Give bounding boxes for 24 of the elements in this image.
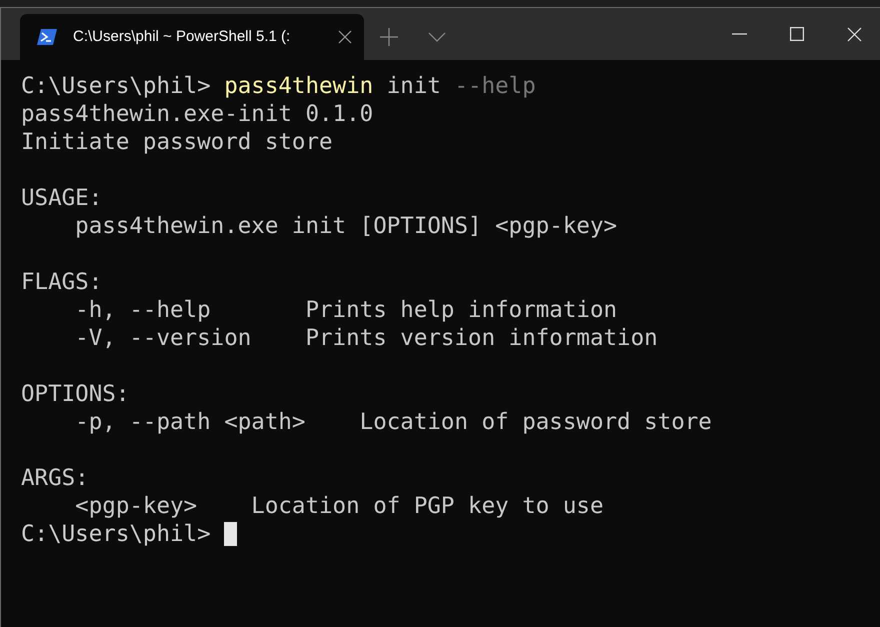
- output-text: Initiate password store: [21, 128, 333, 156]
- tab-title: C:\Users\phil ~ PowerShell 5.1 (:: [73, 26, 292, 47]
- prompt-text: C:\Users\phil>: [21, 520, 212, 548]
- output-text: -p, --path <path> Location of password store: [74, 408, 712, 436]
- parameter-text: --help: [454, 72, 536, 100]
- output-text: ARGS:: [21, 464, 89, 492]
- output-text: <pgp-key> Location of PGP key to use: [74, 492, 604, 520]
- command-text: pass4thewin: [224, 72, 374, 100]
- output-text: -V, --version Prints version information: [74, 324, 658, 352]
- output-text: USAGE:: [21, 184, 102, 212]
- output-text: pass4thewin.exe-init 0.1.0: [21, 100, 374, 128]
- output-text: FLAGS:: [21, 268, 102, 296]
- close-icon[interactable]: [338, 30, 352, 44]
- plus-icon[interactable]: [380, 28, 398, 46]
- maximize-icon[interactable]: [790, 27, 804, 41]
- prompt-text: C:\Users\phil>: [21, 72, 212, 100]
- output-text: OPTIONS:: [21, 380, 130, 408]
- powershell-icon: [37, 29, 57, 45]
- output-text: init: [386, 72, 442, 100]
- output-text: -h, --help Prints help information: [74, 296, 618, 324]
- output-text: pass4thewin.exe init [OPTIONS] <pgp-key>: [74, 212, 618, 240]
- tab[interactable]: C:\Users\phil ~ PowerShell 5.1 (:: [20, 14, 364, 60]
- minimize-icon[interactable]: [732, 33, 747, 35]
- chevron-down-icon[interactable]: [428, 32, 446, 42]
